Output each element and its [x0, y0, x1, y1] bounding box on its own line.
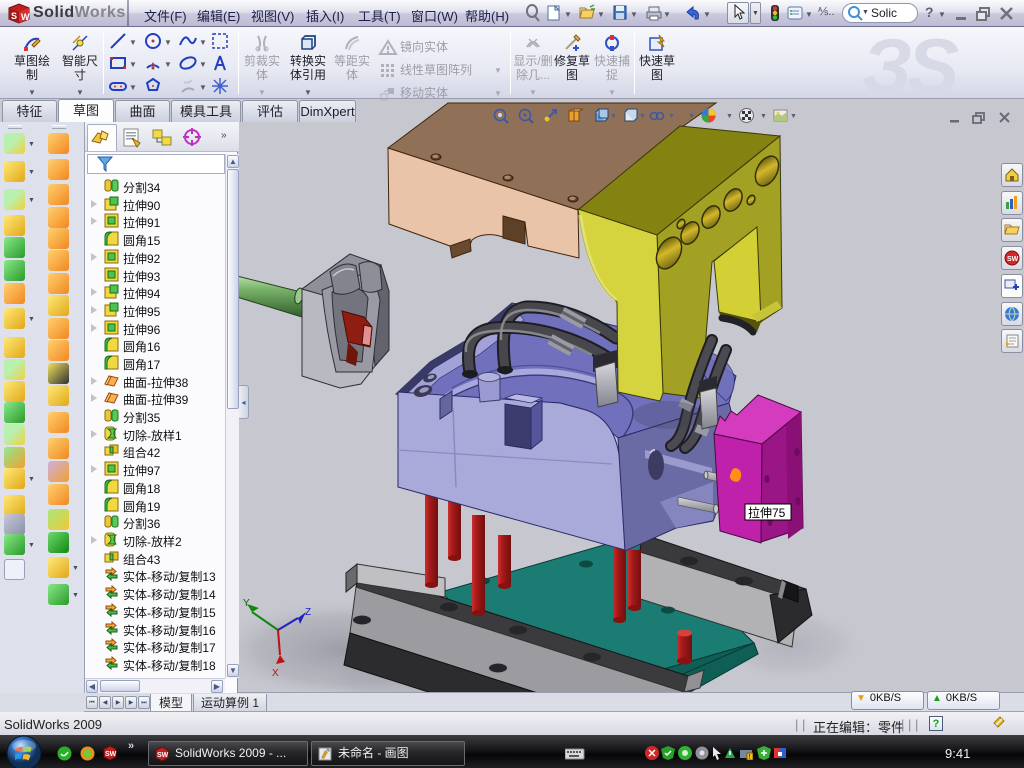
- svg-text:S: S: [11, 11, 17, 21]
- svg-text:Z: Z: [305, 607, 311, 618]
- svg-text:SW: SW: [157, 752, 169, 759]
- svg-text:!: !: [749, 754, 751, 760]
- svg-text:W: W: [21, 12, 30, 22]
- svg-text:SW: SW: [1007, 256, 1019, 263]
- svg-text:Y: Y: [243, 598, 250, 609]
- svg-text:X: X: [272, 668, 279, 679]
- svg-text:拉伸75: 拉伸75: [748, 505, 786, 520]
- svg-text:SW: SW: [105, 751, 117, 758]
